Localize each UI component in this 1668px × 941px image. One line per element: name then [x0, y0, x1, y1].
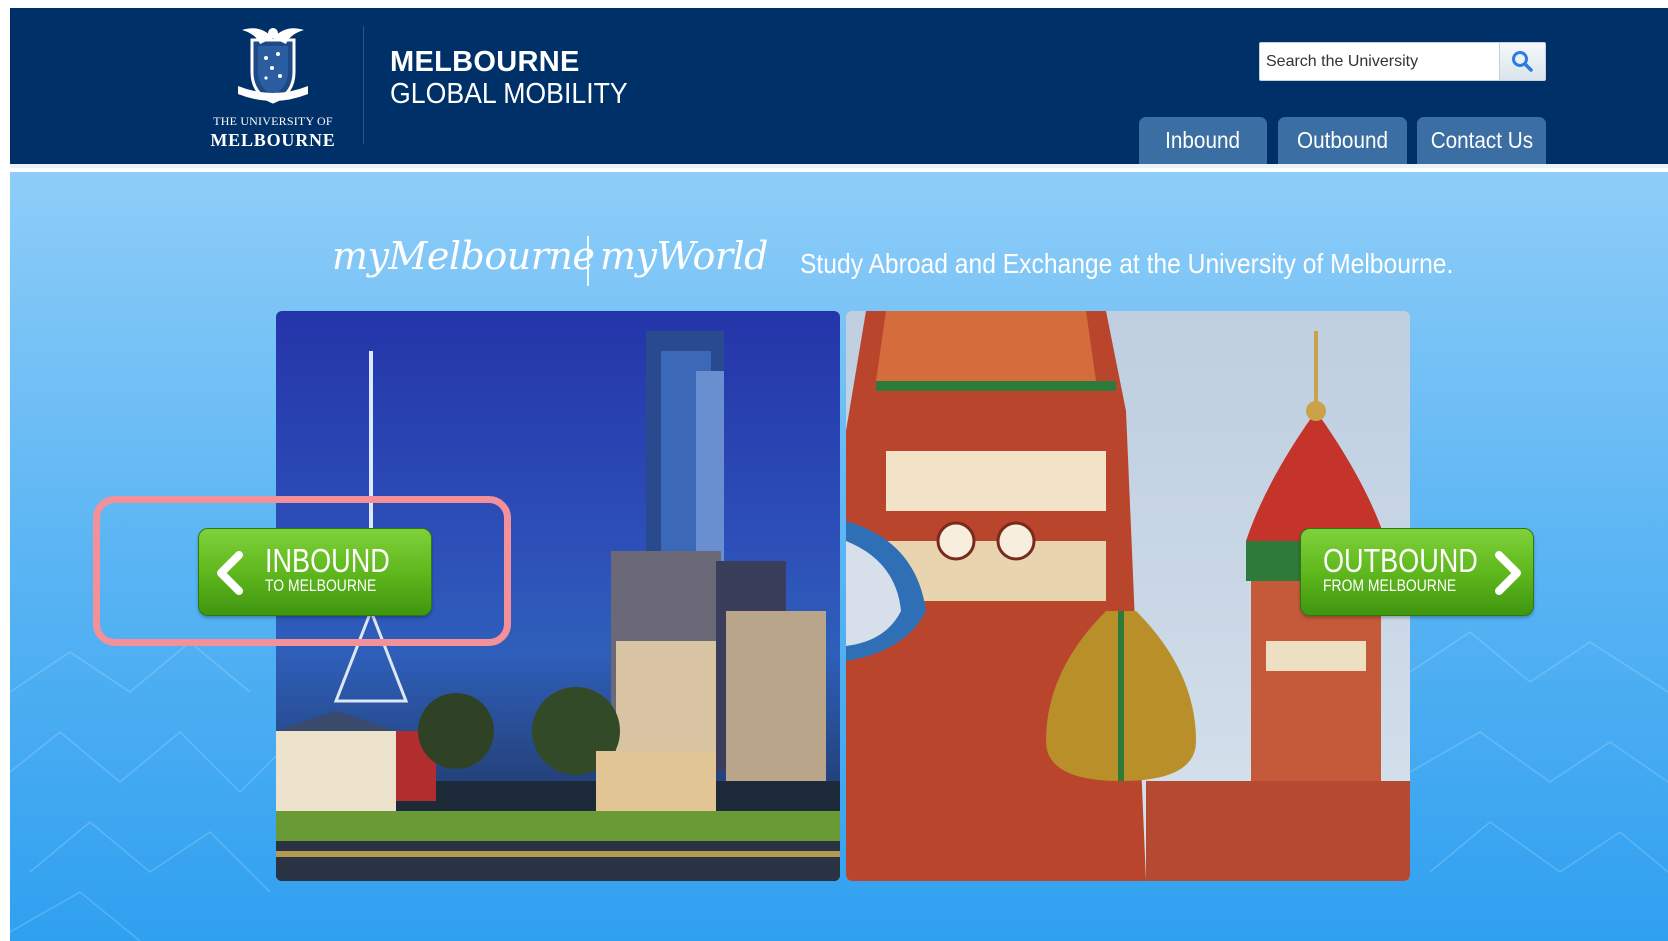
nav-tab-label: Inbound [1165, 127, 1241, 153]
site-subtitle[interactable]: GLOBAL MOBILITY [390, 78, 628, 111]
header-divider [363, 26, 364, 144]
search-box [1259, 42, 1546, 81]
nav-tab-outbound[interactable]: Outbound [1278, 117, 1407, 164]
university-logo[interactable]: THE UNIVERSITY OF MELBOURNE [206, 24, 340, 156]
nav-tab-contact-us[interactable]: Contact Us [1417, 117, 1546, 164]
nav-tab-inbound[interactable]: Inbound [1139, 117, 1267, 164]
page: THE UNIVERSITY OF MELBOURNE MELBOURNE GL… [10, 8, 1668, 941]
logo-line-2: MELBOURNE [210, 130, 336, 150]
tagline-text: Study Abroad and Exchange at the Univers… [800, 248, 1454, 279]
search-button[interactable] [1499, 43, 1545, 80]
site-header: THE UNIVERSITY OF MELBOURNE MELBOURNE GL… [10, 8, 1668, 168]
tagline-separator [587, 236, 589, 286]
search-icon [1512, 51, 1533, 72]
nav-tab-label: Contact Us [1430, 127, 1533, 153]
search-input[interactable] [1266, 43, 1488, 80]
tagline-myworld: myWorld [600, 234, 769, 278]
chevron-right-icon [1495, 551, 1521, 595]
highlight-box [93, 496, 511, 646]
outbound-title: OUTBOUND [1323, 542, 1478, 579]
site-title[interactable]: MELBOURNE [390, 46, 580, 79]
crest-icon [238, 28, 308, 104]
nav-tab-label: Outbound [1297, 127, 1388, 153]
outbound-subtitle: FROM MELBOURNE [1323, 576, 1457, 595]
tagline-mymelbourne: myMelbourne [332, 234, 595, 278]
hero-section: myMelbourne myWorld Study Abroad and Exc… [10, 172, 1668, 941]
logo-line-1: THE UNIVERSITY OF [213, 114, 333, 128]
outbound-from-melbourne-button[interactable]: OUTBOUND FROM MELBOURNE [1300, 528, 1534, 616]
